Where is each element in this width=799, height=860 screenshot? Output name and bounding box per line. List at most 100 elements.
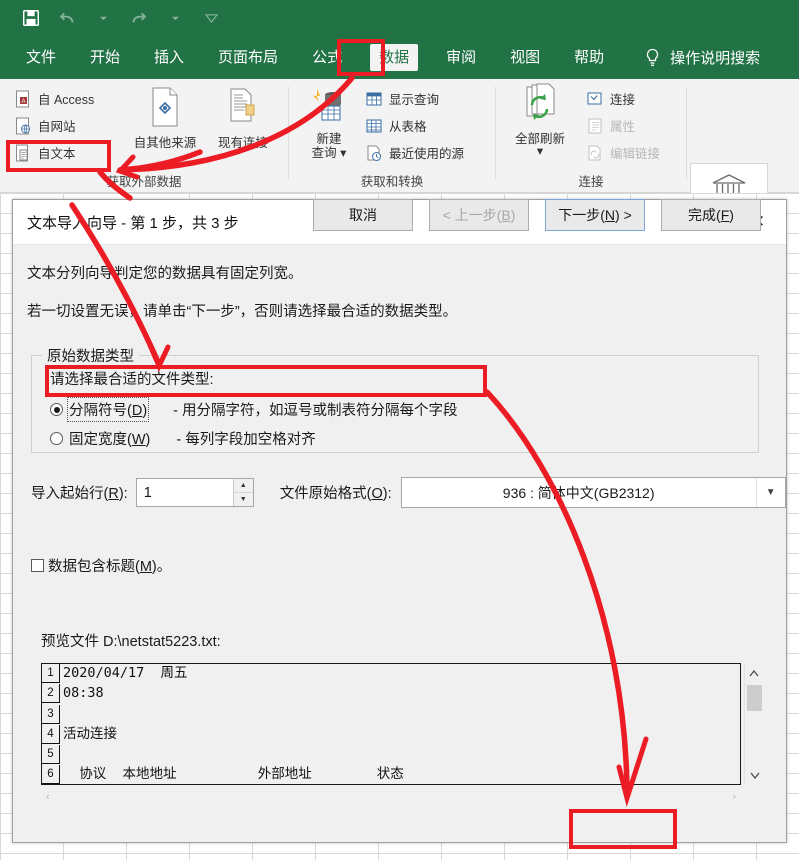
connections-icon [586, 90, 604, 108]
preview-text-box[interactable]: 1 2020/04/17 周五 2 08:38 3 4 活动连接 5 6 协议 … [41, 663, 741, 785]
tell-me-search[interactable]: 操作说明搜索 [644, 47, 760, 68]
preview-row: 6 协议 本地地址 外部地址 状态 [42, 765, 740, 784]
start-row-spinner[interactable]: 1 ▲ ▼ [135, 478, 254, 507]
tab-insert[interactable]: 插入 [148, 46, 190, 69]
preview-row-text: 2020/04/17 周五 [63, 665, 188, 681]
finish-button[interactable]: 完成(F) [661, 199, 761, 231]
save-icon[interactable] [20, 7, 42, 29]
stepper-up-icon[interactable]: ▲ [233, 479, 253, 493]
group-label-get-transform: 获取和转换 [360, 175, 424, 189]
from-access-button[interactable]: A 自 Access [14, 89, 94, 108]
refresh-all-icon [518, 83, 562, 130]
preview-row-number: 6 [42, 765, 60, 784]
back-button: < 上一步(B) [429, 199, 529, 231]
tab-help[interactable]: 帮助 [568, 46, 610, 69]
from-table-label: 从表格 [389, 120, 427, 134]
header-checkbox-label: 数据包含标题(M)。 [48, 559, 172, 575]
preview-row-number: 1 [42, 664, 60, 683]
ribbon-group-connections: 全部刷新 ▾ 连接 属性 编辑链接 连接 [496, 79, 686, 192]
start-row-and-origin-row: 导入起始行(R): 1 ▲ ▼ 文件原始格式(O): 936 : 简体中文(GB… [31, 477, 786, 508]
tab-home[interactable]: 开始 [84, 46, 126, 69]
from-web-button[interactable]: 自网站 [14, 116, 76, 135]
stepper-down-icon[interactable]: ▼ [234, 493, 253, 506]
tab-review[interactable]: 审阅 [440, 46, 482, 69]
radio-option-fixed-width[interactable]: 固定宽度(W) - 每列字段加空格对齐 [50, 428, 758, 449]
file-origin-value: 936 : 简体中文(GB2312) [502, 484, 655, 501]
recent-sources-label: 最近使用的源 [389, 147, 465, 161]
file-origin-combobox[interactable]: 936 : 简体中文(GB2312) ▼ [400, 477, 786, 508]
preview-vertical-scrollbar[interactable] [744, 663, 763, 785]
radio-delimited-icon[interactable] [50, 403, 63, 416]
existing-connections-button[interactable]: 现有连接 [200, 85, 286, 150]
scroll-right-icon[interactable]: › [732, 791, 736, 803]
preview-row-number: 3 [42, 704, 60, 724]
new-query-dropdown-icon[interactable]: ▾ [340, 146, 346, 160]
tab-data[interactable]: 数据 [370, 44, 419, 71]
radio-fixed-width-label: 固定宽度(W) [69, 432, 151, 448]
show-queries-button[interactable]: 显示查询 [365, 89, 439, 108]
preview-horizontal-scrollbar[interactable]: ‹ › [41, 787, 741, 806]
cancel-button[interactable]: 取消 [313, 199, 413, 231]
customize-quick-access-icon[interactable] [200, 7, 222, 29]
preview-row: 1 2020/04/17 周五 [42, 664, 740, 684]
preview-row: 3 [42, 704, 740, 725]
from-table-button[interactable]: 从表格 [365, 116, 427, 135]
next-button[interactable]: 下一步(N) > [545, 199, 645, 231]
original-data-type-group: 原始数据类型 请选择最合适的文件类型: 分隔符号(D) - 用分隔字符，如逗号或… [31, 345, 759, 453]
lightbulb-icon [644, 48, 661, 67]
from-text-button[interactable]: 自文本 [14, 143, 76, 162]
new-query-icon [307, 85, 351, 130]
from-text-label: 自文本 [38, 147, 76, 161]
connections-button[interactable]: 连接 [586, 89, 635, 108]
web-file-icon [14, 117, 32, 135]
properties-icon [586, 117, 604, 135]
ribbon-content: A 自 Access 自网站 自文本 自其他来源 现有连接 获取外部数据 新建 … [0, 79, 799, 239]
undo-dropdown-icon[interactable] [92, 7, 114, 29]
recent-sources-button[interactable]: 最近使用的源 [365, 143, 464, 162]
connections-label: 连接 [610, 93, 636, 107]
start-row-stepper[interactable]: ▲ ▼ [232, 479, 253, 506]
preview-area: 1 2020/04/17 周五 2 08:38 3 4 活动连接 5 6 协议 … [41, 663, 763, 808]
text-import-wizard-dialog: 文本导入向导 - 第 1 步，共 3 步 ? ✕ 文本分列向导判定您的数据具有固… [12, 199, 787, 843]
preview-row-number: 2 [42, 684, 60, 704]
file-type-question: 请选择最合适的文件类型: [50, 372, 214, 388]
preview-scroll-thumb[interactable] [747, 685, 762, 711]
properties-label: 属性 [610, 120, 636, 134]
group-label-connections: 连接 [578, 175, 604, 189]
preview-row: 2 08:38 [42, 684, 740, 704]
existing-connections-icon [221, 85, 265, 134]
edit-links-button: 编辑链接 [586, 143, 660, 162]
new-query-button[interactable]: 新建 查询 ▾ [294, 85, 364, 161]
tell-me-label: 操作说明搜索 [670, 50, 761, 67]
tab-page-layout[interactable]: 页面布局 [212, 46, 284, 69]
header-checkbox-icon[interactable] [31, 559, 44, 572]
chevron-down-icon[interactable]: ▼ [755, 478, 785, 507]
access-file-icon: A [14, 90, 32, 108]
radio-option-delimited[interactable]: 分隔符号(D) - 用分隔字符，如逗号或制表符分隔每个字段 [50, 397, 758, 422]
radio-fixed-width-icon[interactable] [50, 432, 63, 445]
text-file-icon [14, 144, 32, 162]
other-sources-icon [143, 85, 187, 134]
preview-row-number: 5 [42, 745, 60, 765]
scroll-left-icon[interactable]: ‹ [46, 791, 50, 803]
new-query-label-line2: 查询 ▾ [311, 146, 347, 161]
start-row-label: 导入起始行(R): [31, 486, 128, 502]
from-other-sources-button[interactable]: 自其他来源 [122, 85, 208, 150]
preview-row-text: 活动连接 [63, 725, 117, 742]
ribbon-group-get-transform: 新建 查询 ▾ 显示查询 从表格 最近使用的源 获取和转换 [289, 79, 495, 192]
tab-formulas[interactable]: 公式 [306, 46, 348, 69]
redo-icon[interactable] [128, 7, 150, 29]
tab-file[interactable]: 文件 [20, 46, 62, 69]
scroll-up-icon[interactable] [745, 663, 763, 683]
from-access-label: 自 Access [38, 93, 95, 107]
refresh-all-dropdown-icon[interactable]: ▾ [537, 144, 543, 158]
scroll-down-icon[interactable] [745, 765, 764, 785]
edit-links-icon [586, 144, 604, 162]
start-row-value[interactable]: 1 [137, 485, 233, 501]
radio-delimited-label: 分隔符号(D) [66, 397, 150, 422]
redo-dropdown-icon[interactable] [164, 7, 186, 29]
refresh-all-button[interactable]: 全部刷新 ▾ [502, 83, 578, 159]
undo-icon[interactable] [56, 7, 78, 29]
tab-view[interactable]: 视图 [504, 46, 546, 69]
header-checkbox-row[interactable]: 数据包含标题(M)。 [31, 555, 171, 576]
